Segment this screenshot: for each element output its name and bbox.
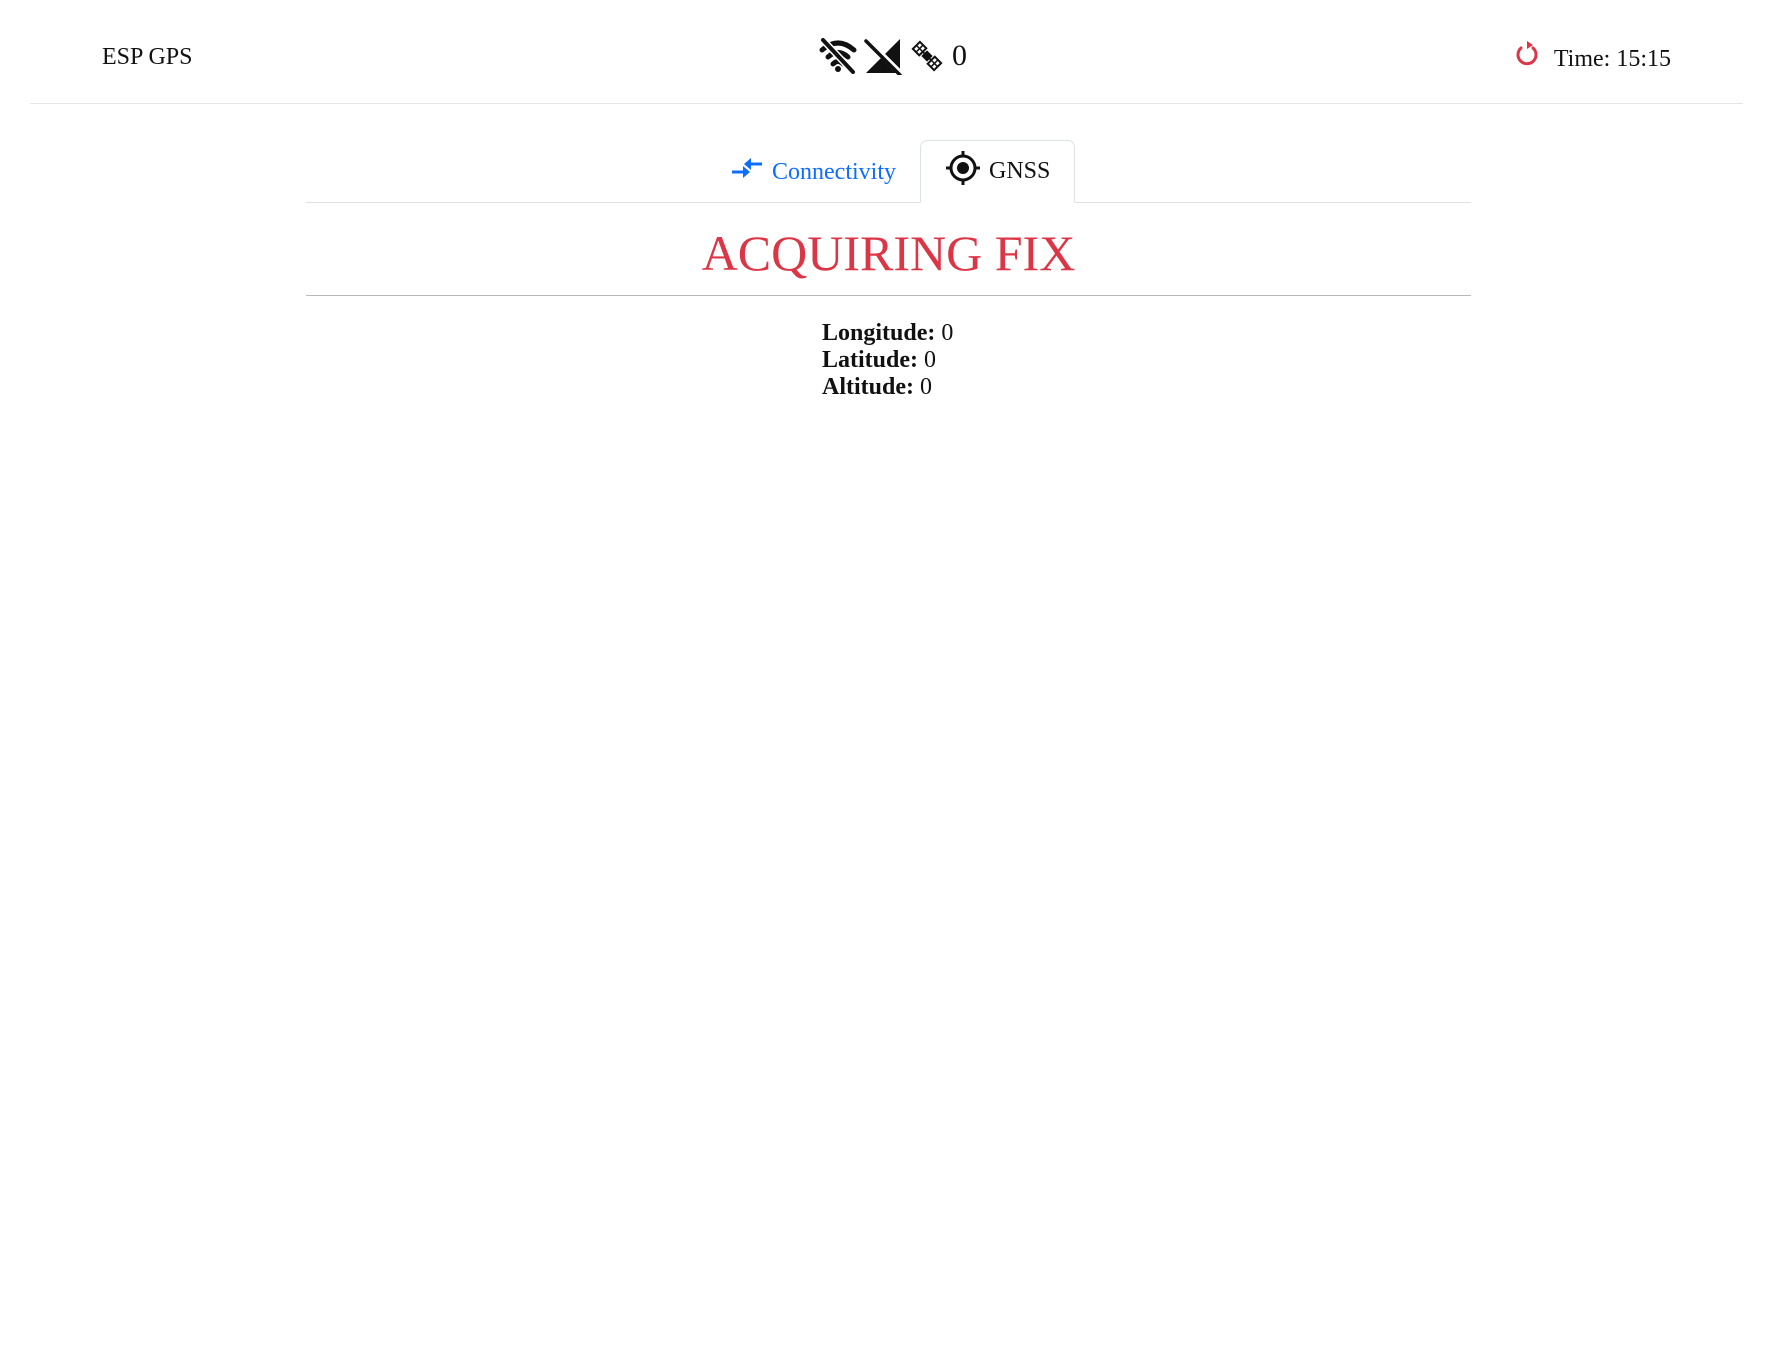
coordinates-panel: Longitude: 0 Latitude: 0 Altitude: 0 <box>822 320 953 401</box>
satellite-count: 0 <box>952 39 967 72</box>
tab-bar: Connectivity GNSS <box>306 140 1471 203</box>
altitude-label: Altitude: <box>822 374 914 400</box>
longitude-label: Longitude: <box>822 320 936 346</box>
latitude-label: Latitude: <box>822 347 918 373</box>
altitude-value: 0 <box>920 374 932 400</box>
satellite-icon <box>910 39 944 73</box>
time-value: 15:15 <box>1616 45 1671 72</box>
crosshair-icon <box>945 150 981 193</box>
tab-gnss-label: GNSS <box>988 158 1051 184</box>
fix-status-heading: ACQUIRING FIX <box>701 225 1076 281</box>
tab-connectivity[interactable]: Connectivity <box>706 142 920 202</box>
tab-gnss[interactable]: GNSS <box>919 140 1076 203</box>
tab-connectivity-label: Connectivity <box>772 158 896 185</box>
time-label: Time: <box>1553 45 1611 72</box>
altitude-row: Altitude: 0 <box>822 374 953 401</box>
cellular-off-icon <box>864 37 904 75</box>
longitude-value: 0 <box>941 320 954 346</box>
wifi-off-icon <box>818 38 858 74</box>
top-navbar: ESP GPS 0 Time: 15:15 <box>30 0 1743 104</box>
time-display: Time: 15:15 <box>1514 40 1671 77</box>
latitude-row: Latitude: 0 <box>822 347 953 374</box>
refresh-icon[interactable] <box>1514 40 1540 77</box>
longitude-row: Longitude: 0 <box>822 320 953 347</box>
status-indicators: 0 <box>818 32 967 80</box>
fix-status-section: ACQUIRING FIX <box>306 203 1471 296</box>
swap-arrows-icon <box>730 157 764 188</box>
brand-title[interactable]: ESP GPS <box>102 41 193 73</box>
latitude-value: 0 <box>924 347 936 373</box>
